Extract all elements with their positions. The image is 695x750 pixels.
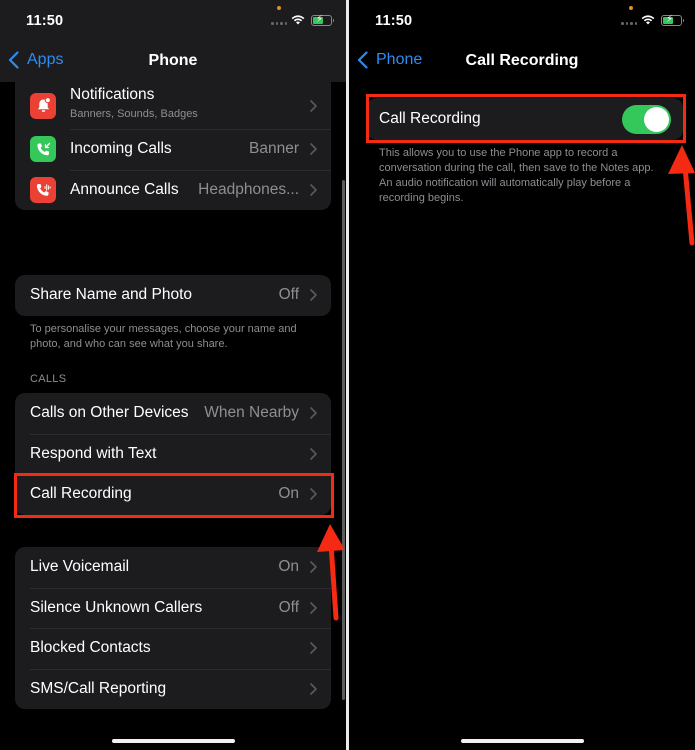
incoming-calls-value: Banner — [249, 140, 299, 158]
blocked-contacts-row[interactable]: Blocked Contacts — [15, 628, 331, 669]
cellular-signal-icon — [621, 22, 637, 25]
blocked-contacts-label: Blocked Contacts — [30, 639, 151, 657]
chevron-right-icon — [310, 143, 317, 156]
navigation-bar: Apps Phone — [0, 42, 346, 82]
notifications-label: Notifications — [70, 86, 155, 103]
page-title: Phone — [148, 52, 198, 69]
live-voicemail-value: On — [278, 558, 299, 576]
share-name-value: Off — [278, 286, 299, 304]
silence-unknown-callers-value: Off — [278, 598, 299, 616]
calls-on-other-devices-row[interactable]: Calls on Other Devices When Nearby — [15, 393, 331, 434]
arrow-up-icon — [668, 145, 695, 246]
battery-charging-icon: ⚡ — [661, 14, 684, 26]
status-bar: 11:50 ⚡ — [349, 0, 695, 42]
call-recording-label: Call Recording — [30, 485, 132, 503]
privacy-indicator-dot — [629, 6, 633, 10]
home-indicator[interactable] — [112, 739, 235, 743]
call-recording-toggle[interactable] — [622, 104, 671, 134]
chevron-right-icon — [310, 407, 317, 420]
chevron-right-icon — [310, 183, 317, 196]
share-name-and-photo-row[interactable]: Share Name and Photo Off — [15, 275, 331, 316]
battery-charging-icon: ⚡ — [311, 14, 334, 26]
call-recording-screen: 11:50 ⚡ Phone Call Recording Call Record… — [349, 0, 695, 750]
announce-calls-label: Announce Calls — [70, 180, 179, 198]
call-recording-toggle-label: Call Recording — [379, 110, 481, 127]
live-voicemail-row[interactable]: Live Voicemail On — [15, 547, 331, 588]
bell-badge-icon — [30, 92, 56, 119]
announce-calls-value: Headphones... — [198, 180, 299, 198]
voicemail-group: Live Voicemail On Silence Unknown Caller… — [15, 547, 331, 709]
cellular-signal-icon — [271, 22, 287, 25]
calls-section-header: CALLS — [30, 373, 67, 385]
notifications-group: Notifications Banners, Sounds, Badges In… — [15, 82, 331, 210]
page-title: Call Recording — [465, 52, 579, 69]
share-name-footer: To personalise your messages, choose you… — [30, 323, 297, 350]
status-time: 11:50 — [26, 13, 64, 29]
status-time: 11:50 — [375, 13, 413, 29]
share-name-group: Share Name and Photo Off — [15, 275, 331, 316]
respond-with-text-row[interactable]: Respond with Text — [15, 433, 331, 475]
chevron-right-icon — [310, 682, 317, 695]
phone-settings-screen: 11:50 ⚡ Apps Phone Notifications Banners… — [0, 0, 346, 750]
sms-call-reporting-row[interactable]: SMS/Call Reporting — [15, 668, 331, 710]
call-recording-value: On — [278, 485, 299, 503]
chevron-right-icon — [310, 642, 317, 655]
silence-unknown-callers-row[interactable]: Silence Unknown Callers Off — [15, 587, 331, 629]
call-recording-toggle-row: Call Recording — [367, 98, 683, 140]
announce-calls-row[interactable]: Announce Calls Headphones... — [15, 169, 331, 211]
privacy-indicator-dot — [277, 6, 281, 10]
chevron-right-icon — [310, 561, 317, 574]
calls-on-other-devices-label: Calls on Other Devices — [30, 404, 189, 422]
navigation-bar: Phone Call Recording — [349, 42, 695, 82]
call-recording-toggle-group: Call Recording — [367, 98, 683, 140]
calls-on-other-devices-value: When Nearby — [204, 404, 299, 422]
announce-call-icon — [30, 176, 56, 203]
live-voicemail-label: Live Voicemail — [30, 558, 130, 576]
chevron-right-icon — [310, 99, 317, 112]
incoming-calls-row[interactable]: Incoming Calls Banner — [15, 129, 331, 170]
share-name-label: Share Name and Photo — [30, 286, 192, 304]
home-indicator[interactable] — [461, 739, 584, 743]
toggle-knob — [644, 106, 669, 132]
call-recording-footer: This allows you to use the Phone app to … — [379, 147, 654, 204]
notifications-subtitle: Banners, Sounds, Badges — [70, 108, 198, 120]
status-bar: 11:50 ⚡ — [0, 0, 346, 42]
notifications-row[interactable]: Notifications Banners, Sounds, Badges — [15, 82, 331, 129]
chevron-right-icon — [310, 289, 317, 302]
sms-call-reporting-label: SMS/Call Reporting — [30, 679, 167, 697]
scrollbar[interactable] — [342, 180, 345, 700]
chevron-right-icon — [310, 447, 317, 460]
wifi-icon — [641, 15, 655, 25]
chevron-right-icon — [310, 601, 317, 614]
chevron-right-icon — [310, 488, 317, 501]
silence-unknown-callers-label: Silence Unknown Callers — [30, 598, 203, 616]
calls-group: Calls on Other Devices When Nearby Respo… — [15, 393, 331, 515]
incoming-call-icon — [30, 136, 56, 163]
call-recording-row[interactable]: Call Recording On — [15, 474, 331, 515]
incoming-calls-label: Incoming Calls — [70, 140, 172, 158]
respond-with-text-label: Respond with Text — [30, 444, 157, 462]
wifi-icon — [291, 15, 305, 25]
